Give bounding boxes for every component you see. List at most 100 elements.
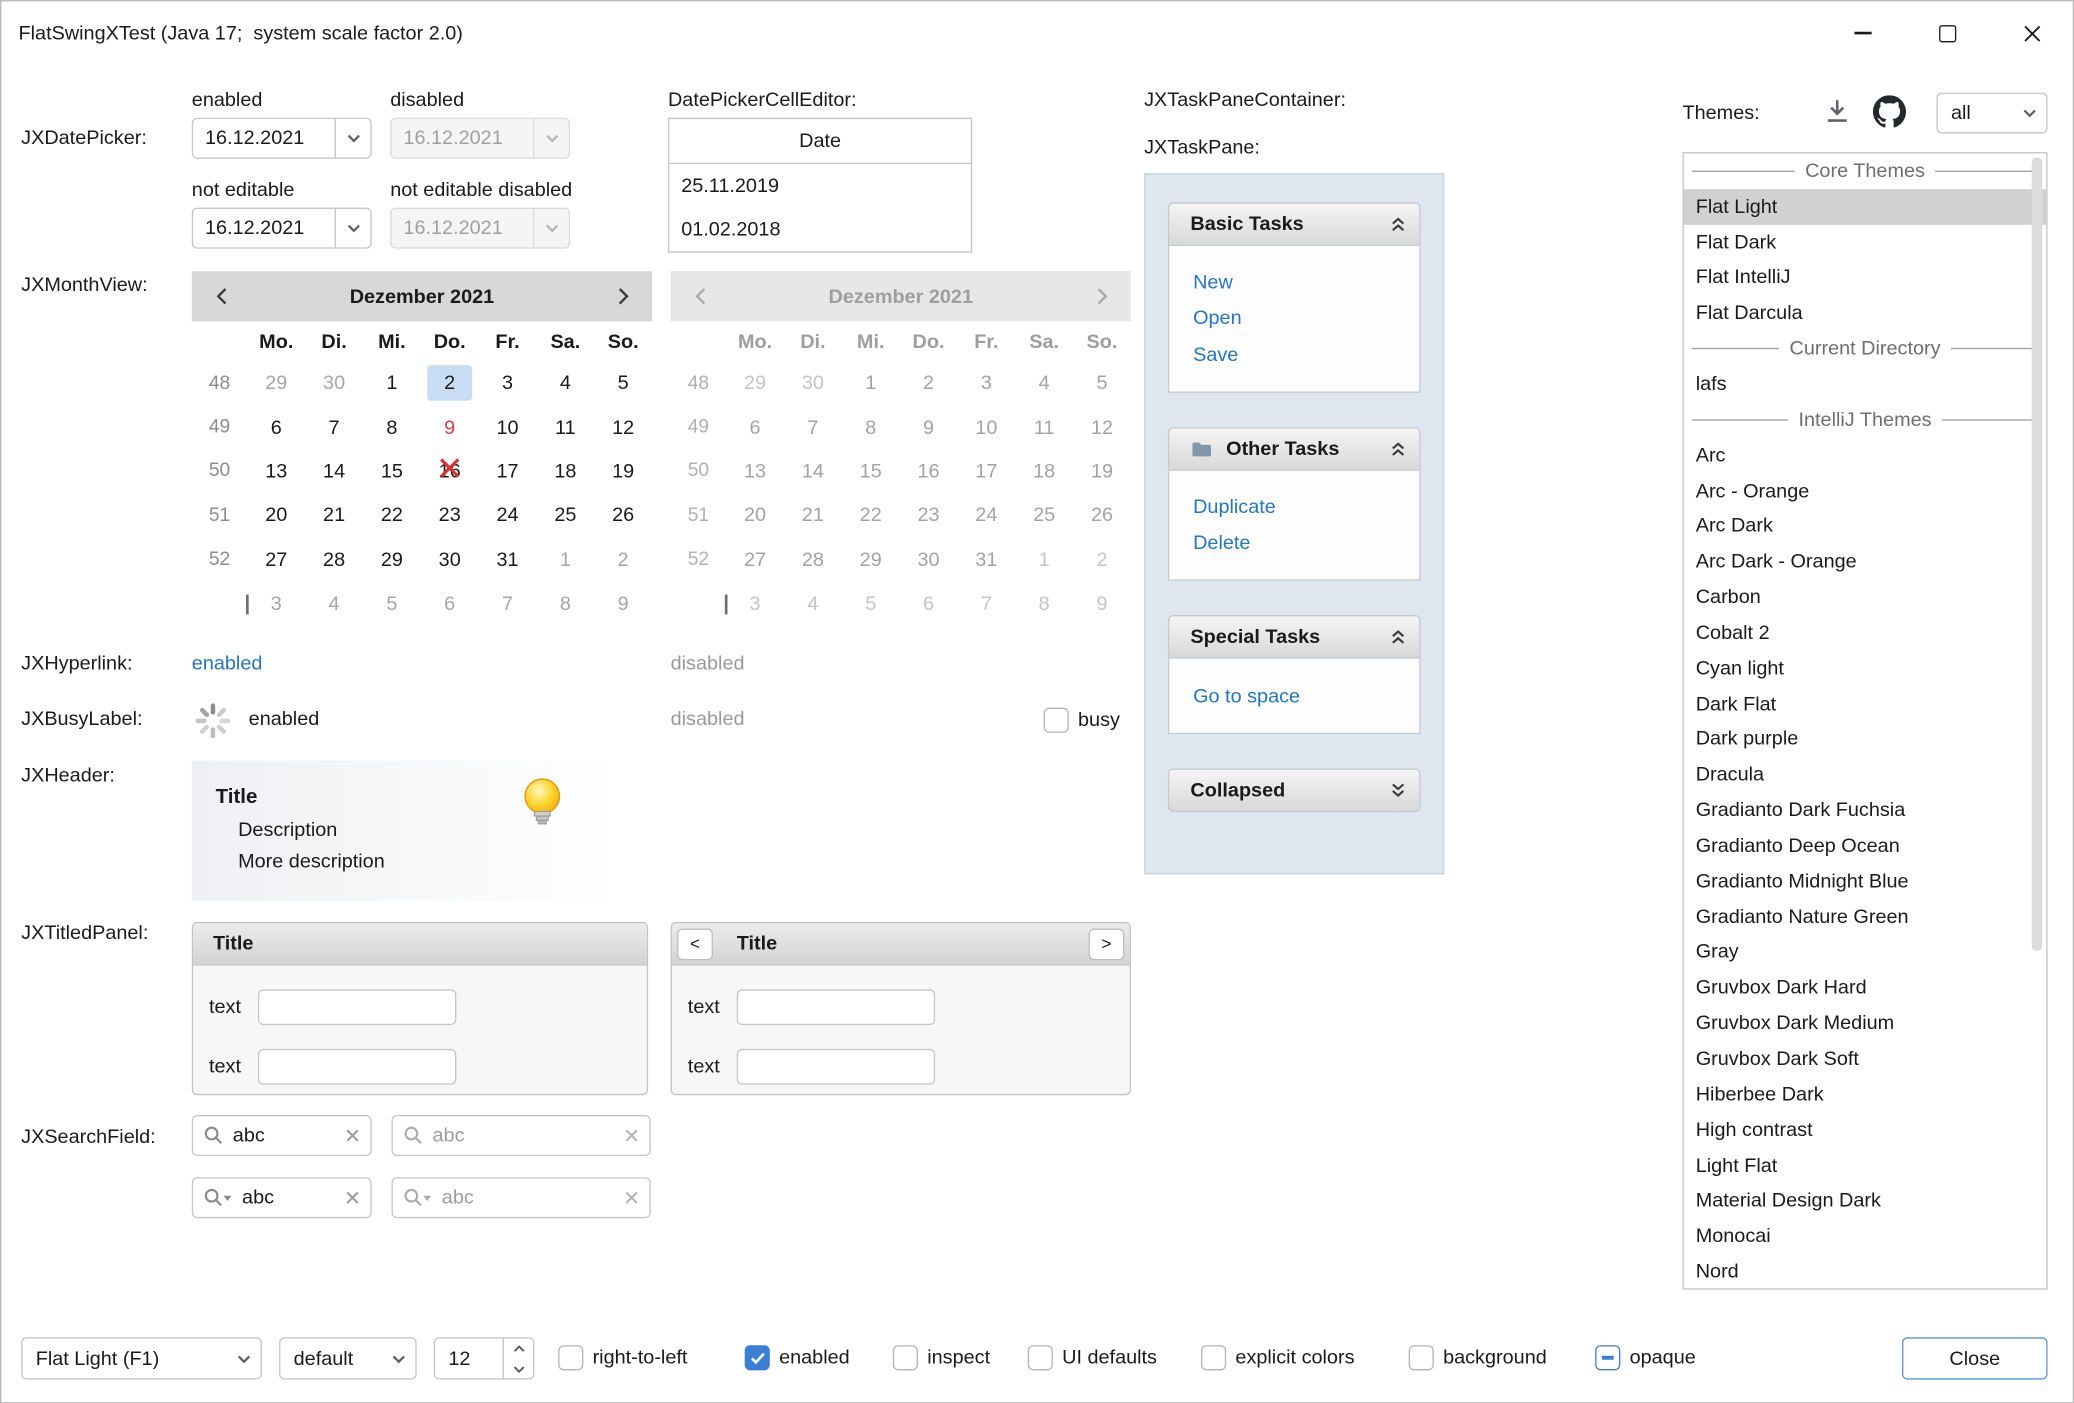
- theme-item[interactable]: High contrast: [1684, 1112, 2046, 1148]
- text-input[interactable]: [737, 989, 935, 1025]
- table-row[interactable]: 25.11.2019: [669, 164, 971, 208]
- day-cell[interactable]: 25: [536, 494, 594, 538]
- text-input[interactable]: [258, 1049, 456, 1085]
- prev-button[interactable]: <: [677, 928, 713, 960]
- day-cell[interactable]: 15: [363, 449, 421, 493]
- searchfield-with-menu-placeholder[interactable]: abc: [392, 1177, 651, 1218]
- day-cell[interactable]: 30: [305, 361, 363, 405]
- day-cell[interactable]: 4: [305, 582, 363, 626]
- theme-item[interactable]: Monocai: [1684, 1219, 2046, 1255]
- day-cell[interactable]: 23: [421, 494, 479, 538]
- day-cell[interactable]: 1: [536, 538, 594, 582]
- checkbox-explicit-colors[interactable]: [1201, 1345, 1226, 1370]
- day-cell[interactable]: 11: [536, 405, 594, 449]
- datepicker-not-editable[interactable]: 16.12.2021: [192, 208, 372, 249]
- font-combo[interactable]: default: [279, 1337, 417, 1379]
- day-cell[interactable]: 7: [305, 405, 363, 449]
- day-cell[interactable]: 8: [536, 582, 594, 626]
- clear-icon[interactable]: [345, 1190, 360, 1205]
- theme-item[interactable]: Light Flat: [1684, 1148, 2046, 1184]
- text-input[interactable]: [737, 1049, 935, 1085]
- scrollbar-thumb[interactable]: [2032, 157, 2043, 951]
- day-cell[interactable]: 31: [479, 538, 537, 582]
- day-cell[interactable]: 1: [363, 361, 421, 405]
- clear-icon[interactable]: [624, 1128, 639, 1143]
- spinner-down-button[interactable]: [504, 1358, 533, 1378]
- busy-checkbox[interactable]: [1044, 708, 1069, 733]
- theme-item[interactable]: Flat Light: [1684, 189, 2046, 225]
- searchfield-enabled[interactable]: abc: [192, 1115, 372, 1156]
- day-cell[interactable]: 9: [421, 405, 479, 449]
- themes-filter-combo[interactable]: all: [1936, 93, 2047, 134]
- theme-item[interactable]: Gradianto Deep Ocean: [1684, 828, 2046, 864]
- checkbox-opaque[interactable]: [1595, 1345, 1620, 1370]
- task-link[interactable]: Open: [1169, 301, 1419, 337]
- theme-combo[interactable]: Flat Light (F1): [21, 1337, 262, 1379]
- day-cell[interactable]: 7: [479, 582, 537, 626]
- monthview-enabled[interactable]: Dezember 2021Mo.Di.Mi.Do.Fr.Sa.So.482930…: [192, 271, 652, 626]
- prev-month-icon[interactable]: [192, 287, 250, 306]
- font-size-spinner[interactable]: 12: [434, 1337, 535, 1379]
- text-input[interactable]: [258, 989, 456, 1025]
- day-cell[interactable]: 14: [305, 449, 363, 493]
- day-cell[interactable]: 26: [594, 494, 652, 538]
- theme-item[interactable]: Carbon: [1684, 580, 2046, 616]
- hyperlink-enabled[interactable]: enabled: [192, 652, 263, 674]
- day-cell[interactable]: 3: [479, 361, 537, 405]
- theme-item[interactable]: Gray: [1684, 935, 2046, 971]
- day-cell[interactable]: 20: [247, 494, 305, 538]
- task-link[interactable]: Go to space: [1169, 678, 1419, 714]
- github-icon[interactable]: [1873, 95, 1906, 128]
- day-cell[interactable]: 2: [594, 538, 652, 582]
- search-menu-icon[interactable]: [403, 1188, 432, 1208]
- task-link[interactable]: New: [1169, 265, 1419, 301]
- spinner-up-button[interactable]: [504, 1339, 533, 1359]
- day-cell[interactable]: 16✕: [421, 449, 479, 493]
- task-link[interactable]: Delete: [1169, 525, 1419, 561]
- theme-item[interactable]: Nord: [1684, 1254, 2046, 1290]
- chevron-double-up-icon[interactable]: [1390, 216, 1406, 233]
- theme-item[interactable]: Arc Dark - Orange: [1684, 544, 2046, 580]
- checkbox-enabled[interactable]: [745, 1345, 770, 1370]
- checkbox-inspect[interactable]: [893, 1345, 918, 1370]
- day-cell[interactable]: 21: [305, 494, 363, 538]
- close-button[interactable]: Close: [1902, 1337, 2047, 1379]
- chevron-down-icon[interactable]: [335, 119, 371, 157]
- day-cell[interactable]: 3: [247, 582, 305, 626]
- theme-item[interactable]: Gradianto Nature Green: [1684, 899, 2046, 935]
- search-menu-icon[interactable]: [204, 1188, 233, 1208]
- day-cell[interactable]: 5: [594, 361, 652, 405]
- searchfield-with-menu[interactable]: abc: [192, 1177, 372, 1218]
- taskpane-header[interactable]: Collapsed: [1168, 768, 1421, 812]
- table-row[interactable]: 01.02.2018: [669, 208, 971, 252]
- day-cell[interactable]: 22: [363, 494, 421, 538]
- searchfield-placeholder[interactable]: abc: [392, 1115, 651, 1156]
- day-cell[interactable]: 28: [305, 538, 363, 582]
- theme-item[interactable]: Arc Dark: [1684, 508, 2046, 544]
- day-cell[interactable]: 29: [247, 361, 305, 405]
- day-cell[interactable]: 6: [247, 405, 305, 449]
- theme-item[interactable]: Arc - Orange: [1684, 473, 2046, 509]
- theme-item[interactable]: lafs: [1684, 366, 2046, 402]
- theme-item[interactable]: Gruvbox Dark Soft: [1684, 1041, 2046, 1077]
- theme-item[interactable]: Flat Dark: [1684, 224, 2046, 260]
- chevron-double-up-icon[interactable]: [1390, 440, 1406, 457]
- clear-icon[interactable]: [345, 1128, 360, 1143]
- chevron-down-icon[interactable]: [335, 209, 371, 247]
- theme-item[interactable]: Material Design Dark: [1684, 1183, 2046, 1219]
- close-window-button[interactable]: [1989, 0, 2074, 66]
- clear-icon[interactable]: [624, 1190, 639, 1205]
- day-cell[interactable]: 17: [479, 449, 537, 493]
- checkbox-right-to-left[interactable]: [558, 1345, 583, 1370]
- theme-item[interactable]: Arc: [1684, 437, 2046, 473]
- day-cell[interactable]: 30: [421, 538, 479, 582]
- checkbox-background[interactable]: [1409, 1345, 1434, 1370]
- maximize-button[interactable]: [1905, 0, 1990, 66]
- task-link[interactable]: Save: [1169, 337, 1419, 373]
- next-button[interactable]: >: [1089, 928, 1125, 960]
- day-cell[interactable]: 12: [594, 405, 652, 449]
- theme-item[interactable]: Dark purple: [1684, 722, 2046, 758]
- chevron-double-up-icon[interactable]: [1390, 629, 1406, 646]
- theme-item[interactable]: Gradianto Midnight Blue: [1684, 864, 2046, 900]
- theme-item[interactable]: Hiberbee Dark: [1684, 1077, 2046, 1113]
